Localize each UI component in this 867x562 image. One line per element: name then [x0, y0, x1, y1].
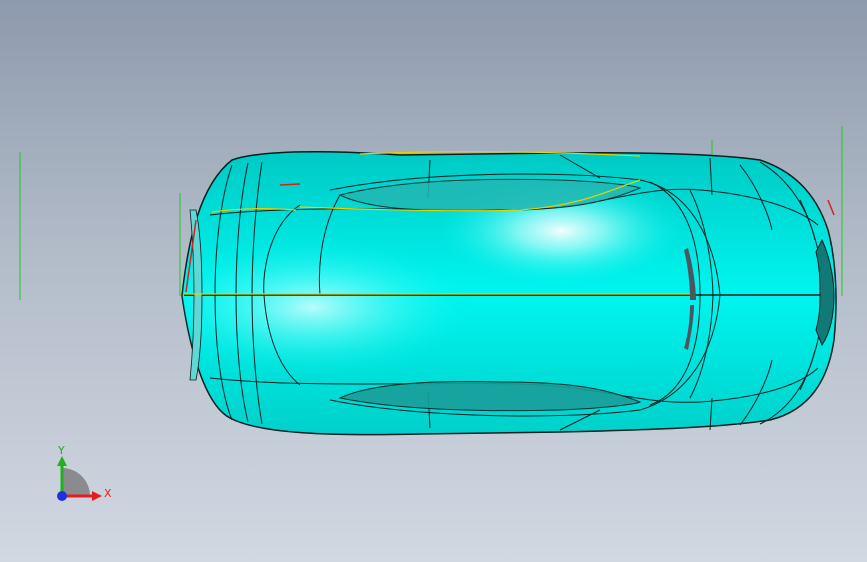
car-model-top-view[interactable]: [0, 0, 867, 562]
y-axis-arrow: [57, 456, 67, 466]
triad-quadrant: [62, 468, 90, 496]
x-axis-arrow: [92, 491, 102, 501]
3d-viewport[interactable]: Y X: [0, 0, 867, 562]
x-axis-label: X: [104, 487, 112, 500]
y-axis-label: Y: [57, 444, 65, 457]
z-axis-origin: [57, 491, 67, 501]
axis-triad: Y X: [57, 444, 112, 501]
